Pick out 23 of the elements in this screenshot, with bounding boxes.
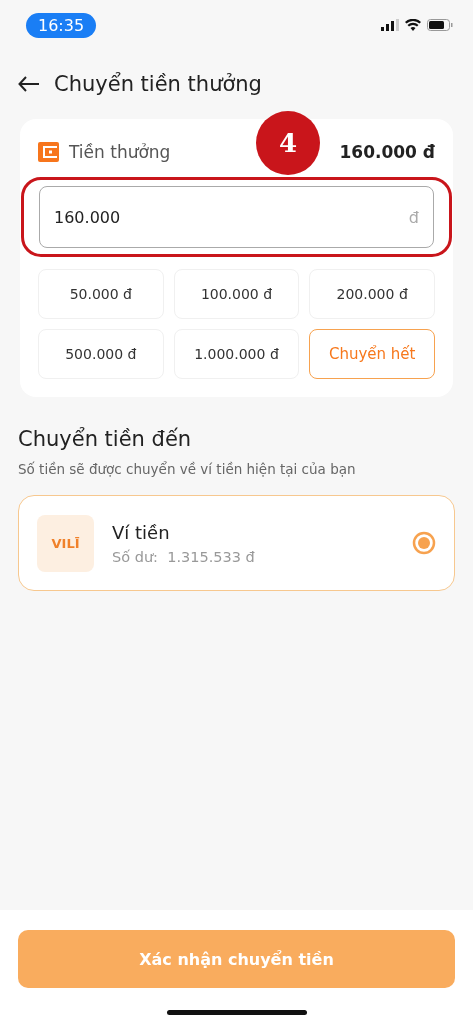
wifi-icon — [405, 19, 421, 31]
radio-button[interactable] — [412, 531, 436, 555]
signal-icon — [381, 19, 399, 31]
section-subtitle: Số tiền sẽ được chuyển về ví tiền hiện tại của bạn — [18, 461, 357, 477]
amount-chip[interactable]: 100.000 đ — [173, 269, 300, 319]
bonus-label: Tiền thưởng — [69, 142, 171, 162]
amount-chip[interactable]: 50.000 đ — [38, 269, 164, 319]
wallet-logo: VILĪ — [37, 514, 94, 572]
amount-chip[interactable]: 1.000.000 đ — [173, 329, 300, 379]
page-title: Chuyển tiền thưởng — [54, 72, 262, 96]
amount-field[interactable]: 160.000 đ — [39, 186, 434, 248]
amount-chip[interactable]: 200.000 đ — [309, 269, 435, 319]
wallet-balance: Số dư: 1.315.533 đ — [112, 548, 255, 565]
step-badge: 4 — [256, 111, 320, 175]
section-title: Chuyển tiền đến — [18, 427, 193, 451]
wallet-name: Ví tiền — [112, 521, 171, 543]
amount-chip[interactable]: 500.000 đ — [38, 329, 164, 379]
back-arrow-icon[interactable] — [18, 76, 40, 92]
wallet-option[interactable]: VILĪ Ví tiền Số dư: 1.315.533 đ — [18, 495, 455, 591]
battery-icon — [427, 19, 453, 31]
status-time: 16:35 — [26, 12, 97, 38]
wallet-icon — [38, 142, 59, 162]
bonus-balance: 160.000 đ — [339, 142, 435, 162]
